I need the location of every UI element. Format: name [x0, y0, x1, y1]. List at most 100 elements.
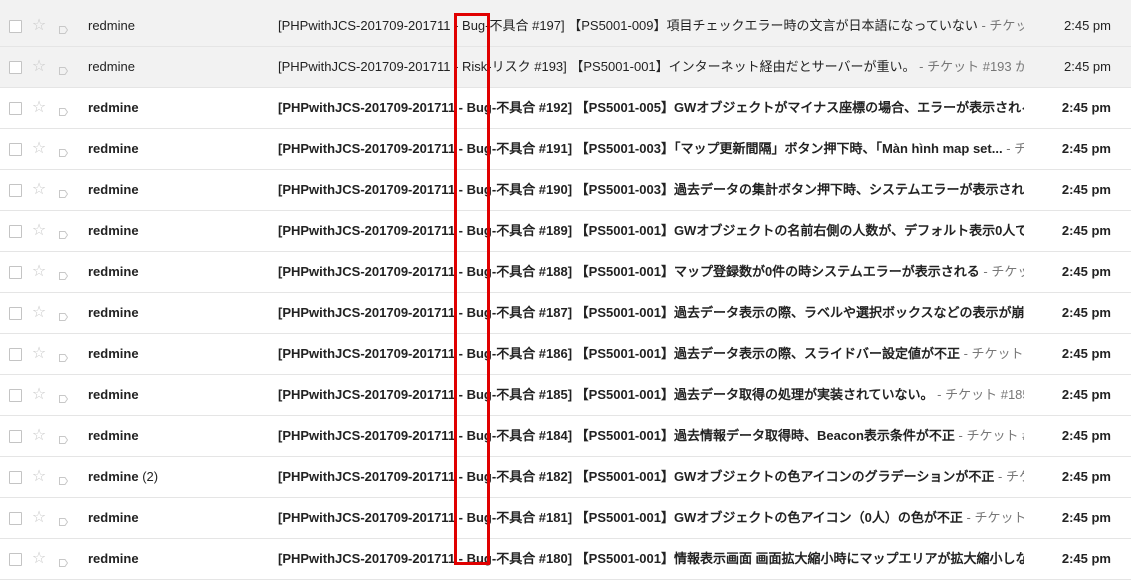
importance-marker-icon[interactable] [59, 391, 69, 403]
snippet: - チケット # [954, 428, 1024, 443]
email-row[interactable]: ☆ redmine [PHPwithJCS-201709-201711 - Bug… [0, 375, 1131, 416]
email-row[interactable]: ☆ redmine [PHPwithJCS-201709-201711 - Bug… [0, 129, 1131, 170]
star-icon[interactable]: ☆ [31, 47, 47, 87]
email-row[interactable]: ☆ redmine [PHPwithJCS-201709-201711 - Bug… [0, 416, 1131, 457]
row-checkbox[interactable] [9, 348, 22, 361]
star-icon[interactable]: ☆ [31, 293, 47, 333]
timestamp: 2:45 pm [1061, 428, 1111, 443]
importance-marker-icon[interactable] [59, 432, 69, 444]
star-icon[interactable]: ☆ [31, 539, 47, 579]
star-icon[interactable]: ☆ [31, 375, 47, 415]
sender: redmine [88, 129, 268, 169]
email-row[interactable]: ☆ redmine [PHPwithJCS-201709-201711 - Bug… [0, 334, 1131, 375]
sender: redmine [88, 498, 268, 538]
snippet: - チケット #185 [933, 387, 1024, 402]
sender-name: redmine [88, 387, 139, 402]
star-icon[interactable]: ☆ [31, 334, 47, 374]
row-checkbox[interactable] [9, 512, 22, 525]
row-checkbox[interactable] [9, 184, 22, 197]
email-row[interactable]: ☆ redmine [PHPwithJCS-201709-201711 - Bug… [0, 252, 1131, 293]
star-icon[interactable]: ☆ [31, 252, 47, 292]
importance-marker-icon[interactable] [59, 309, 69, 321]
sender: redmine [88, 375, 268, 415]
importance-marker-icon[interactable] [59, 63, 69, 75]
sender-name: redmine [88, 510, 139, 525]
row-checkbox[interactable] [9, 266, 22, 279]
importance-marker-icon[interactable] [59, 514, 69, 526]
star-icon[interactable]: ☆ [31, 211, 47, 251]
star-icon[interactable]: ☆ [31, 170, 47, 210]
row-checkbox[interactable] [9, 553, 22, 566]
importance-marker-icon[interactable] [59, 104, 69, 116]
sender: redmine [88, 539, 268, 579]
timestamp: 2:45 pm [1064, 59, 1111, 74]
timestamp: 2:45 pm [1064, 18, 1111, 33]
star-icon[interactable]: ☆ [31, 457, 47, 497]
importance-marker-icon[interactable] [59, 555, 69, 567]
importance-marker-icon[interactable] [59, 145, 69, 157]
subject: [PHPwithJCS-201709-201711 - Risk-リスク #19… [278, 59, 916, 74]
sender-name: redmine [88, 551, 139, 566]
star-icon[interactable]: ☆ [31, 416, 47, 456]
importance-marker-icon[interactable] [59, 350, 69, 362]
subject: [PHPwithJCS-201709-201711 - Bug-不具合 #188… [278, 264, 980, 279]
importance-marker-icon[interactable] [59, 186, 69, 198]
sender: redmine [88, 334, 268, 374]
sender: redmine [88, 88, 268, 128]
row-checkbox[interactable] [9, 20, 22, 33]
timestamp: 2:45 pm [1061, 141, 1111, 156]
subject-line: [PHPwithJCS-201709-201711 - Bug-不具合 #182… [278, 457, 1024, 497]
sender: redmine [88, 170, 268, 210]
star-icon[interactable]: ☆ [31, 498, 47, 538]
importance-marker-icon[interactable] [59, 268, 69, 280]
row-checkbox[interactable] [9, 471, 22, 484]
email-row[interactable]: ☆ redmine (2) [PHPwithJCS-201709-201711 - … [0, 457, 1131, 498]
email-row[interactable]: ☆ redmine [PHPwithJCS-201709-201711 - Bug… [0, 539, 1131, 580]
timestamp: 2:45 pm [1061, 223, 1111, 238]
timestamp: 2:45 pm [1061, 264, 1111, 279]
snippet: - チ [1006, 141, 1024, 156]
email-row[interactable]: ☆ redmine [PHPwithJCS-201709-201711 - Bug… [0, 170, 1131, 211]
thread-count: (2) [142, 469, 159, 484]
importance-marker-icon[interactable] [59, 473, 69, 485]
sender: redmine [88, 252, 268, 292]
email-row[interactable]: ☆ redmine [PHPwithJCS-201709-201711 - Bug… [0, 88, 1131, 129]
sender-name: redmine [88, 141, 139, 156]
sender-name: redmine [88, 305, 139, 320]
timestamp: 2:45 pm [1061, 182, 1111, 197]
importance-marker-icon[interactable] [59, 22, 69, 34]
star-icon[interactable]: ☆ [31, 88, 47, 128]
row-checkbox[interactable] [9, 61, 22, 74]
row-checkbox[interactable] [9, 430, 22, 443]
subject: [PHPwithJCS-201709-201711 - Bug-不具合 #182… [278, 469, 995, 484]
email-row[interactable]: ☆ redmine [PHPwithJCS-201709-201711 - Ris… [0, 47, 1131, 88]
email-row[interactable]: ☆ redmine [PHPwithJCS-201709-201711 - Bug… [0, 211, 1131, 252]
row-checkbox[interactable] [9, 143, 22, 156]
subject-line: [PHPwithJCS-201709-201711 - Bug-不具合 #188… [278, 252, 1024, 292]
subject-line: [PHPwithJCS-201709-201711 - Bug-不具合 #186… [278, 334, 1024, 374]
subject-line: [PHPwithJCS-201709-201711 - Bug-不具合 #190… [278, 170, 1024, 210]
email-row[interactable]: ☆ redmine [PHPwithJCS-201709-201711 - Bug… [0, 6, 1131, 47]
sender-name: redmine [88, 428, 139, 443]
sender-name: redmine [88, 264, 139, 279]
subject-line: [PHPwithJCS-201709-201711 - Bug-不具合 #187… [278, 293, 1024, 333]
sender: redmine [88, 293, 268, 333]
row-checkbox[interactable] [9, 225, 22, 238]
star-icon[interactable]: ☆ [31, 129, 47, 169]
subject-line: [PHPwithJCS-201709-201711 - Bug-不具合 #191… [278, 129, 1024, 169]
timestamp: 2:45 pm [1061, 305, 1111, 320]
row-checkbox[interactable] [9, 102, 22, 115]
sender: redmine [88, 416, 268, 456]
row-checkbox[interactable] [9, 307, 22, 320]
snippet: - チケット [981, 18, 1024, 33]
timestamp: 2:45 pm [1061, 551, 1111, 566]
subject-line: [PHPwithJCS-201709-201711 - Bug-不具合 #197… [278, 6, 1024, 46]
row-checkbox[interactable] [9, 389, 22, 402]
email-row[interactable]: ☆ redmine [PHPwithJCS-201709-201711 - Bug… [0, 293, 1131, 334]
subject: [PHPwithJCS-201709-201711 - Bug-不具合 #191… [278, 141, 1003, 156]
email-row[interactable]: ☆ redmine [PHPwithJCS-201709-201711 - Bug… [0, 498, 1131, 539]
star-icon[interactable]: ☆ [31, 6, 47, 46]
importance-marker-icon[interactable] [59, 227, 69, 239]
subject: [PHPwithJCS-201709-201711 - Bug-不具合 #192… [278, 100, 1024, 115]
timestamp: 2:45 pm [1061, 510, 1111, 525]
